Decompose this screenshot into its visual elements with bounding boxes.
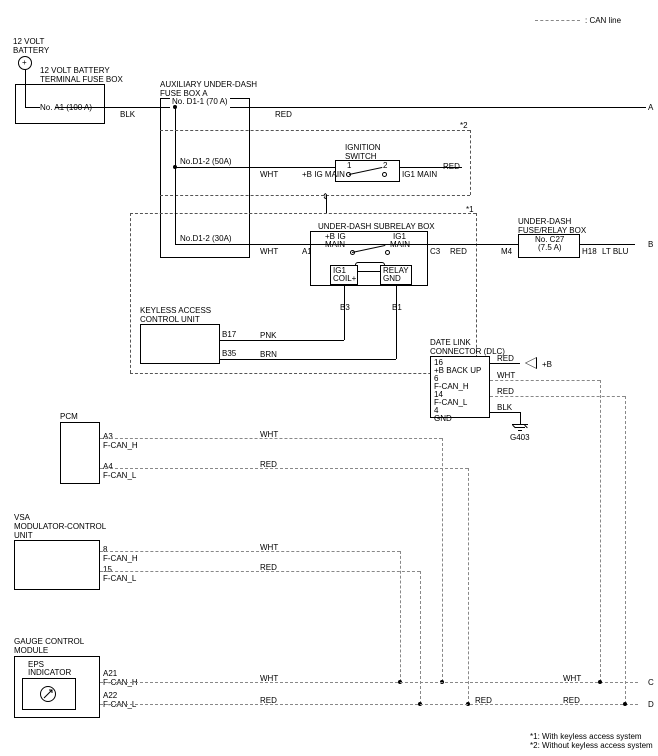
wire-pnk-label: PNK: [260, 331, 276, 341]
subrelay-ig1-2: MAIN: [390, 240, 410, 250]
dlc-pin14-label: F-CAN_L: [434, 398, 467, 408]
vsa-pin-15-label: F-CAN_L: [103, 574, 136, 584]
wire-wht-to-subrelay: [250, 244, 310, 245]
wire-red-ign-label: RED: [443, 162, 460, 172]
note-2: *2: Without keyless access system: [530, 741, 653, 751]
ud-frb-fuse-c27-2: (7.5 A): [538, 243, 562, 253]
pcm-pin-a4-label: F-CAN_L: [103, 471, 136, 481]
subrelay-bigin-2: MAIN: [325, 240, 345, 250]
dlc-pin4-label: GND: [434, 414, 452, 424]
pcm-can-l-wire: [100, 468, 468, 469]
vsa-pin-8-label: F-CAN_H: [103, 554, 138, 564]
wire-wht-label-2: WHT: [260, 247, 278, 257]
keyless-box: [140, 324, 220, 364]
vsa-wire-red: RED: [260, 563, 277, 573]
gauge-wire-red: RED: [260, 696, 277, 706]
wire-wht-to-ignition: [250, 167, 335, 168]
keyless-pin-b17: B17: [222, 330, 236, 340]
can-h-trunk: [600, 380, 601, 682]
wire-ltblu-label: LT BLU: [602, 247, 628, 257]
gauge-wire-wht: WHT: [260, 674, 278, 684]
wire-red-label-1: RED: [275, 110, 292, 120]
battery-title-2: BATTERY: [13, 46, 49, 56]
vsa-box: [14, 540, 100, 590]
gauge-can-h-wire: [100, 682, 638, 683]
legend-can-line-label: : CAN line: [585, 16, 621, 26]
double-arrow-up: ⇕: [322, 192, 329, 202]
wire-blk-label: BLK: [120, 110, 135, 120]
ground-g403: G403: [510, 433, 530, 443]
eps-indicator-arrow-icon: [43, 689, 53, 699]
gauge-title2: MODULE: [14, 646, 48, 656]
pcm-pin-a3-label: F-CAN_H: [103, 441, 138, 451]
wire-wht-label-1: WHT: [260, 170, 278, 180]
pcm-wire-wht: WHT: [260, 430, 278, 440]
wire-brn: [220, 359, 396, 360]
ign-ig1-main: IG1 MAIN: [402, 170, 437, 180]
ig1-coil-lbl2: COIL+: [333, 274, 356, 284]
fuse-d1-2-50a-label: No.D1-2 (50A): [180, 157, 232, 167]
ignition-pin-2: 2: [383, 161, 387, 171]
dlc-wht6: WHT: [497, 371, 515, 381]
vsa-can-h-wire: [100, 551, 400, 552]
ud-frb-pin-m4: M4: [501, 247, 512, 257]
gauge-wire-red-mid: RED: [475, 696, 492, 706]
ign-switch-contact-2: [382, 172, 387, 177]
subrelay-pin-c3: C3: [430, 247, 440, 257]
wire-brn-label: BRN: [260, 350, 277, 360]
battery-plus: +: [22, 58, 27, 68]
offpage-d-label: D: [648, 700, 654, 710]
star2-marker: *2: [460, 121, 468, 131]
dlc-red14: RED: [497, 387, 514, 397]
fuse-d1-1-label: No. D1-1 (70 A): [170, 96, 230, 108]
gauge-wire-wht-r: WHT: [563, 674, 581, 684]
ign-b-ig-main: +B IG MAIN: [302, 170, 345, 180]
ud-frb-pin-h18: H18: [582, 247, 597, 257]
dlc-pin16-label: +B BACK UP: [434, 366, 481, 376]
pcm-box: [60, 422, 100, 484]
star1-marker: *1: [466, 205, 474, 215]
ignition-pin-1: 1: [347, 161, 351, 171]
wire-pnk: [220, 340, 344, 341]
eps-title2: INDICATOR: [28, 668, 71, 678]
offpage-a-label: A: [648, 103, 653, 113]
wire-red-subrelay-label: RED: [450, 247, 467, 257]
can-l-trunk: [625, 396, 626, 704]
gauge-can-l-wire: [100, 704, 638, 705]
relay-gnd-lbl2: GND: [383, 274, 401, 284]
wire-blk-batt: [105, 107, 160, 108]
dlc-blk4: BLK: [497, 403, 512, 413]
plus-b-label: +B: [542, 360, 552, 370]
plus-b-triangle: [525, 357, 537, 369]
offpage-b-label: B: [648, 240, 653, 250]
fuse-d1-2-30a-label: No.D1-2 (30A): [180, 234, 232, 244]
legend-can-line-sample: [535, 20, 580, 21]
wire-red-subrelay-out: [428, 244, 498, 245]
gauge-wire-red-r: RED: [563, 696, 580, 706]
vsa-wire-wht: WHT: [260, 543, 278, 553]
pcm-title: PCM: [60, 412, 78, 422]
offpage-c-label: C: [648, 678, 654, 688]
pcm-wire-red: RED: [260, 460, 277, 470]
wire-red-to-a: [250, 107, 638, 108]
keyless-pin-b35: B35: [222, 349, 236, 359]
dlc-red16: RED: [497, 354, 514, 364]
